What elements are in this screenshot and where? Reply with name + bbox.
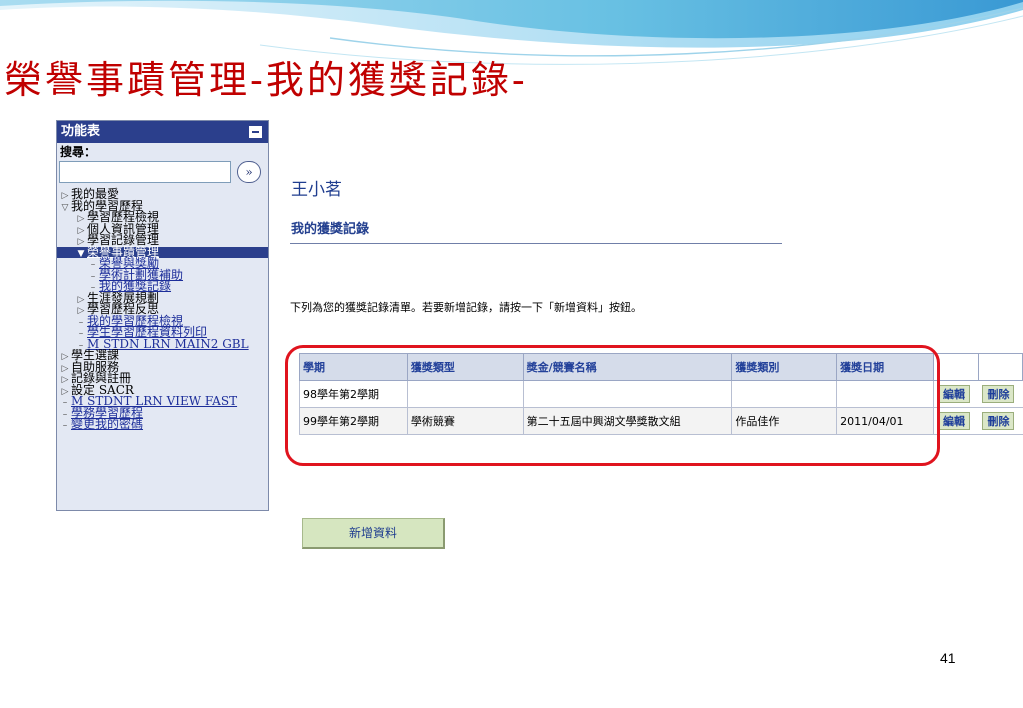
menu-item-honors[interactable]: ▼ 榮譽事蹟管理 xyxy=(57,246,268,259)
menu-header: 功能表 xyxy=(57,121,268,143)
cell-term: 98學年第2學期 xyxy=(299,380,408,408)
cell-delete: 刪除 xyxy=(978,380,1023,408)
menu-title: 功能表 xyxy=(61,124,101,139)
cell-award-name xyxy=(522,380,733,408)
table-row: 98學年第2學期 編輯 刪除 xyxy=(299,380,1023,408)
col-header-award-name[interactable]: 獎金/競賽名稱 xyxy=(522,353,733,381)
cell-category: 作品佳作 xyxy=(731,407,838,435)
col-header-delete xyxy=(977,353,1023,381)
slide-title: 榮譽事蹟管理-我的獲獎記錄- xyxy=(4,58,528,102)
collapse-icon[interactable] xyxy=(249,126,262,138)
cell-date xyxy=(836,380,935,408)
cell-award-type: 學術競賽 xyxy=(406,407,524,435)
search-row: » xyxy=(57,161,268,185)
section-divider xyxy=(290,243,782,244)
add-record-button[interactable]: 新增資料 xyxy=(302,518,445,549)
delete-button[interactable]: 刪除 xyxy=(982,385,1015,403)
instruction-text: 下列為您的獲獎記錄清單。若要新增記錄，請按一下「新增資料」按鈕。 xyxy=(290,301,642,314)
page-number: 41 xyxy=(940,650,956,666)
table-row: 99學年第2學期 學術競賽 第二十五屆中興湖文學獎散文組 作品佳作 2011/0… xyxy=(299,407,1023,435)
cell-delete: 刪除 xyxy=(978,407,1023,435)
edit-button[interactable]: 編輯 xyxy=(938,412,971,430)
col-header-term[interactable]: 學期 xyxy=(299,353,408,381)
col-header-award-type[interactable]: 獲獎類型 xyxy=(406,353,524,381)
cell-edit: 編輯 xyxy=(933,380,979,408)
search-go-button[interactable]: » xyxy=(237,161,261,183)
menu-tree: ▷ 我的最愛 ▽ 我的學習歷程 ▷ 學習歷程檢視 ▷ 個人資訊管理 ▷ 學習記錄管理 ▼ 榮… xyxy=(57,185,268,431)
cell-award-name: 第二十五屆中興湖文學獎散文組 xyxy=(522,407,733,435)
table-header-row: 學期 獲獎類型 獎金/競賽名稱 獲獎類別 獲獎日期 xyxy=(299,353,1023,381)
cell-term: 99學年第2學期 xyxy=(299,407,408,435)
edit-button[interactable]: 編輯 xyxy=(938,385,971,403)
cell-award-type xyxy=(406,380,524,408)
col-header-category[interactable]: 獲獎類別 xyxy=(731,353,838,381)
col-header-edit xyxy=(933,353,979,381)
menu-item-change-password[interactable]: – 變更我的密碼 xyxy=(57,418,268,431)
student-name: 王小茗 xyxy=(291,180,342,200)
section-title: 我的獲獎記錄 xyxy=(291,222,370,237)
cell-date: 2011/04/01 xyxy=(836,407,935,435)
search-label: 搜尋： xyxy=(60,145,97,159)
delete-button[interactable]: 刪除 xyxy=(982,412,1015,430)
cell-edit: 編輯 xyxy=(933,407,979,435)
left-menu: 功能表 搜尋： » ▷ 我的最愛 ▽ 我的學習歷程 ▷ 學習歷程檢視 ▷ 個人資訊管理 … xyxy=(56,120,269,511)
search-input[interactable] xyxy=(59,161,231,183)
portal-screenshot: 功能表 搜尋： » ▷ 我的最愛 ▽ 我的學習歷程 ▷ 學習歷程檢視 ▷ 個人資訊管理 … xyxy=(56,120,1023,568)
col-header-date[interactable]: 獲獎日期 xyxy=(836,353,935,381)
cell-category xyxy=(731,380,838,408)
awards-table: 學期 獲獎類型 獎金/競賽名稱 獲獎類別 獲獎日期 98學年第2學期 編輯 刪除… xyxy=(299,353,1023,435)
